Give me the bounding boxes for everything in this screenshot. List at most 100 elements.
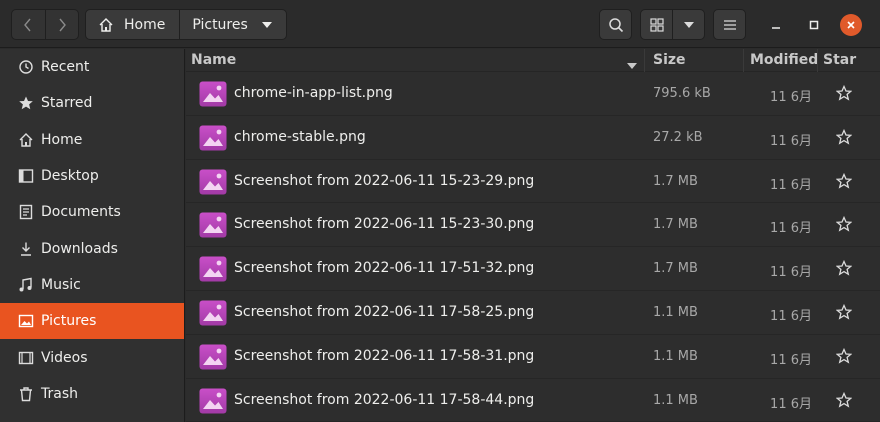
file-row[interactable]: Screenshot from 2022-06-11 15-23-29.png …: [186, 160, 880, 204]
minimize-button[interactable]: [765, 14, 787, 36]
image-file-icon: [199, 169, 227, 195]
file-size: 1.7 MB: [653, 173, 698, 189]
star-icon[interactable]: [836, 85, 852, 101]
sidebar-item-label: Downloads: [41, 240, 118, 257]
file-rows: chrome-in-app-list.png 795.6 kB 11 6月 ch…: [186, 72, 880, 422]
minimize-icon: [772, 27, 780, 29]
column-header-modified[interactable]: Modified: [750, 52, 818, 68]
file-size: 1.7 MB: [653, 217, 698, 233]
file-row[interactable]: chrome-in-app-list.png 795.6 kB 11 6月: [186, 72, 880, 116]
forward-button[interactable]: [44, 10, 78, 39]
sidebar-item-desktop[interactable]: Desktop: [0, 158, 184, 194]
search-button[interactable]: [599, 9, 632, 40]
sidebar-item-videos[interactable]: Videos: [0, 339, 184, 375]
column-header-name[interactable]: Name: [191, 52, 236, 68]
file-row[interactable]: Screenshot from 2022-06-11 17-58-44.png …: [186, 379, 880, 422]
sidebar-item-label: Trash: [41, 385, 78, 402]
file-size: 1.1 MB: [653, 392, 698, 408]
picture-icon: [18, 313, 34, 329]
star-icon[interactable]: [836, 216, 852, 232]
file-row[interactable]: Screenshot from 2022-06-11 17-51-32.png …: [186, 247, 880, 291]
chevron-down-icon: [261, 21, 272, 28]
file-modified: 11 6月: [770, 177, 812, 193]
breadcrumb-home[interactable]: Home: [86, 10, 179, 39]
chevron-down-icon: [683, 21, 694, 28]
breadcrumb-label: Home: [124, 16, 166, 33]
sidebar-item-label: Pictures: [41, 313, 97, 330]
sidebar-item-home[interactable]: Home: [0, 122, 184, 158]
back-button[interactable]: [12, 10, 45, 39]
sidebar-item-label: Home: [41, 131, 83, 148]
star-icon[interactable]: [836, 260, 852, 276]
file-name: Screenshot from 2022-06-11 17-51-32.png: [234, 260, 535, 277]
file-row[interactable]: Screenshot from 2022-06-11 15-23-30.png …: [186, 203, 880, 248]
file-row[interactable]: chrome-stable.png 27.2 kB 11 6月: [186, 116, 880, 160]
breadcrumb-pictures[interactable]: Pictures: [179, 10, 285, 39]
chevron-left-icon: [24, 18, 32, 31]
column-header: Name Size Modified Star: [186, 49, 880, 72]
column-header-star[interactable]: Star: [823, 52, 856, 68]
sidebar-item-label: Desktop: [41, 168, 99, 185]
file-name: Screenshot from 2022-06-11 17-58-44.png: [234, 391, 535, 408]
close-icon: [847, 21, 855, 29]
sort-descending-icon: [627, 57, 637, 73]
file-name: chrome-stable.png: [234, 128, 366, 145]
sidebar-item-label: Recent: [41, 59, 90, 76]
image-file-icon: [199, 125, 227, 151]
sidebar-item-trash[interactable]: Trash: [0, 376, 184, 412]
star-icon[interactable]: [836, 347, 852, 364]
sidebar-item-starred[interactable]: Starred: [0, 85, 184, 121]
hamburger-menu-icon: [723, 19, 736, 30]
main-menu-button[interactable]: [713, 9, 746, 40]
file-modified: 11 6月: [770, 352, 812, 368]
column-divider: [644, 49, 645, 72]
star-icon[interactable]: [836, 128, 852, 145]
file-modified: 11 6月: [770, 133, 812, 149]
file-modified: 11 6月: [770, 308, 812, 324]
download-icon: [18, 241, 34, 257]
file-modified: 11 6月: [770, 396, 812, 412]
chevron-right-icon: [59, 18, 66, 31]
sidebar-item-music[interactable]: Music: [0, 267, 184, 303]
home-icon: [98, 17, 114, 33]
navigation-buttons: [11, 9, 79, 40]
sidebar-item-documents[interactable]: Documents: [0, 194, 184, 230]
view-toggle-button[interactable]: [640, 9, 673, 40]
maximize-button[interactable]: [803, 14, 825, 36]
search-icon: [608, 17, 623, 32]
column-header-size[interactable]: Size: [653, 52, 686, 68]
file-row[interactable]: Screenshot from 2022-06-11 17-58-31.png …: [186, 335, 880, 379]
clock-icon: [18, 59, 34, 75]
home-icon: [18, 132, 34, 148]
star-icon[interactable]: [836, 391, 852, 408]
column-divider: [817, 49, 818, 72]
sidebar-item-recent[interactable]: Recent: [0, 49, 184, 85]
file-size: 27.2 kB: [653, 129, 703, 145]
breadcrumb-label: Pictures: [192, 16, 248, 33]
header-bar: Home Pictures: [0, 0, 880, 48]
trash-icon: [18, 386, 34, 402]
sidebar-item-pictures[interactable]: Pictures: [0, 303, 184, 340]
sidebar-item-label: Videos: [41, 349, 88, 366]
breadcrumb: Home Pictures: [85, 9, 287, 40]
file-name: Screenshot from 2022-06-11 17-58-25.png: [234, 303, 535, 320]
file-name: Screenshot from 2022-06-11 15-23-30.png: [234, 216, 535, 233]
sidebar-item-downloads[interactable]: Downloads: [0, 230, 184, 266]
sidebar: Recent Starred Home Desktop Documents Do…: [0, 49, 185, 422]
star-icon[interactable]: [836, 172, 852, 189]
view-options-button[interactable]: [672, 9, 705, 40]
close-button[interactable]: [840, 14, 862, 36]
file-modified: 11 6月: [770, 90, 812, 105]
image-file-icon: [199, 81, 227, 107]
file-list: Name Size Modified Star chrome-in-app-li…: [186, 49, 880, 422]
file-modified: 11 6月: [770, 221, 812, 237]
file-size: 1.1 MB: [653, 348, 698, 364]
star-icon[interactable]: [836, 303, 852, 320]
file-name: chrome-in-app-list.png: [234, 85, 393, 101]
file-size: 1.1 MB: [653, 304, 698, 320]
document-icon: [18, 204, 34, 220]
file-name: Screenshot from 2022-06-11 17-58-31.png: [234, 347, 535, 364]
image-file-icon: [199, 212, 227, 238]
column-divider: [743, 49, 744, 72]
file-row[interactable]: Screenshot from 2022-06-11 17-58-25.png …: [186, 291, 880, 335]
